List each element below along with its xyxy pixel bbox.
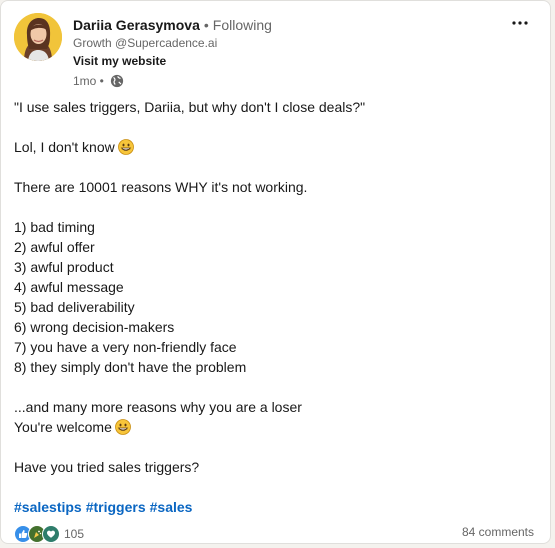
post-card: Dariia Gerasymova • Following Growth @Supe…	[0, 0, 551, 544]
profile-photo-icon	[14, 13, 62, 61]
list-item: 4) awful message	[14, 279, 124, 295]
post-time: 1mo •	[73, 74, 104, 88]
follow-status[interactable]: Following	[213, 17, 272, 33]
body-line: ...and many more reasons why you are a l…	[14, 399, 302, 415]
grinning-emoji-icon	[117, 139, 134, 155]
list-item: 7) you have a very non-friendly face	[14, 339, 237, 355]
post-time-row: 1mo •	[73, 73, 272, 89]
author-name-row: Dariia Gerasymova • Following	[73, 16, 272, 34]
post-header: Dariia Gerasymova • Following Growth @Supe…	[14, 13, 538, 89]
body-line: "I use sales triggers, Dariia, but why d…	[14, 99, 366, 115]
hashtag-link[interactable]: #sales	[150, 499, 193, 515]
author-headline: Growth @Supercadence.ai	[73, 36, 218, 50]
list-item: 2) awful offer	[14, 239, 95, 255]
author-name[interactable]: Dariia Gerasymova	[73, 17, 200, 33]
grinning-emoji-icon	[114, 419, 131, 435]
reactions-summary[interactable]: 105	[14, 525, 84, 543]
list-item: 8) they simply don't have the problem	[14, 359, 247, 375]
reaction-count: 105	[64, 527, 85, 541]
hashtags: #salestips #triggers #sales	[14, 497, 534, 517]
globe-icon	[110, 74, 124, 88]
author-meta: Dariia Gerasymova • Following Growth @Supe…	[73, 16, 272, 89]
post-body: "I use sales triggers, Dariia, but why d…	[14, 97, 534, 517]
body-text: You're welcome	[14, 419, 112, 435]
body-line: Lol, I don't know	[14, 137, 534, 157]
body-line: There are 10001 reasons WHY it's not wor…	[14, 179, 308, 195]
visit-website-link[interactable]: Visit my website	[73, 53, 272, 69]
list-item: 1) bad timing	[14, 219, 95, 235]
list-item: 6) wrong decision-makers	[14, 319, 175, 335]
list-item: 3) awful product	[14, 259, 114, 275]
body-line: Have you tried sales triggers?	[14, 459, 200, 475]
social-counts: 105 84 comments	[14, 525, 534, 545]
author-avatar[interactable]	[14, 13, 62, 61]
hashtag-link[interactable]: #salestips	[14, 499, 82, 515]
hashtag-link[interactable]: #triggers	[86, 499, 146, 515]
comments-count-link[interactable]: 84 comments	[462, 525, 534, 539]
body-line: You're welcome	[14, 417, 534, 437]
support-icon	[42, 525, 60, 543]
ellipsis-icon[interactable]	[508, 15, 532, 31]
body-text: Lol, I don't know	[14, 139, 115, 155]
list-item: 5) bad deliverability	[14, 299, 135, 315]
name-separator: •	[203, 17, 209, 33]
